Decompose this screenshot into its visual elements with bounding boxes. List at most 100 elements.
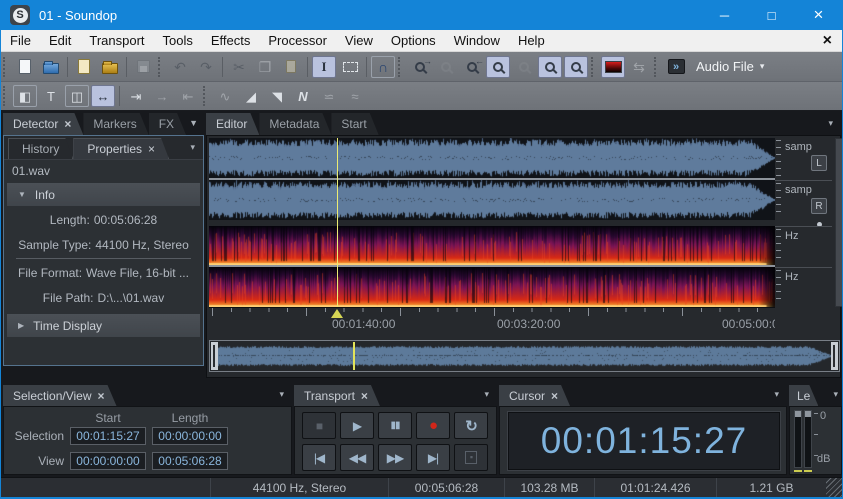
playhead-cursor[interactable]: [337, 138, 338, 307]
loop-button[interactable]: ↻: [454, 412, 488, 439]
resize-grip[interactable]: [826, 478, 842, 497]
waveform-left-channel[interactable]: [209, 138, 775, 178]
fade-in-button[interactable]: ◢: [238, 84, 264, 108]
view-range-right-handle[interactable]: [831, 342, 838, 370]
toolbar-grip[interactable]: [654, 57, 661, 77]
nudge-right-button[interactable]: →: [149, 84, 175, 108]
collapse-expanded-icon[interactable]: ▼: [18, 190, 26, 199]
workspace-button[interactable]: »: [663, 55, 689, 79]
undo-button[interactable]: ↶: [167, 55, 193, 79]
tab-metadata[interactable]: Metadata: [259, 113, 331, 135]
tab-level[interactable]: Le: [789, 385, 818, 406]
pause-button[interactable]: ▮▮: [378, 412, 412, 439]
object-selection-tool-button[interactable]: [337, 55, 363, 79]
tab-cursor[interactable]: Cursor ×: [499, 385, 570, 406]
cursor-dropdown-icon[interactable]: ▾: [774, 389, 779, 400]
menu-window[interactable]: Window: [445, 30, 509, 51]
tab-selection-view[interactable]: Selection/View ×: [3, 385, 117, 406]
menu-help[interactable]: Help: [509, 30, 554, 51]
tab-markers[interactable]: Markers: [83, 113, 148, 135]
zoom-in-horizontal-button[interactable]: →: [407, 55, 433, 79]
inner-tabs-dropdown-icon[interactable]: ▾: [190, 142, 195, 153]
channel-right-button[interactable]: R: [811, 198, 827, 214]
workspace-dropdown-icon[interactable]: ▾: [760, 61, 765, 72]
paste-button[interactable]: [278, 55, 304, 79]
zoom-out-button[interactable]: ←: [459, 55, 485, 79]
open-project-button[interactable]: [97, 55, 123, 79]
toolbar-grip[interactable]: [591, 57, 598, 77]
tab-cursor-close-icon[interactable]: ×: [551, 390, 558, 402]
overview-navigator[interactable]: [209, 340, 840, 372]
fast-forward-button[interactable]: ▶▶: [378, 444, 412, 471]
tab-properties[interactable]: Properties ×: [73, 138, 169, 159]
scrollbar-thumb[interactable]: [836, 139, 842, 306]
toolbar-grip[interactable]: [398, 57, 405, 77]
record-mode-button[interactable]: ▪: [454, 444, 488, 471]
play-button[interactable]: ▶: [340, 412, 374, 439]
insert-button[interactable]: T: [38, 84, 64, 108]
close-document-icon[interactable]: ×: [823, 33, 832, 49]
timeline-ruler[interactable]: 00:01:40:00 00:03:20:00 00:05:00:00: [209, 307, 775, 333]
amplify-button[interactable]: N: [290, 84, 316, 108]
minimize-button[interactable]: ─: [701, 0, 748, 30]
transport-dropdown-icon[interactable]: ▾: [484, 389, 489, 400]
overview-waveform[interactable]: [218, 342, 833, 370]
menu-tools[interactable]: Tools: [154, 30, 202, 51]
maximize-button[interactable]: □: [748, 0, 795, 30]
view-length-field[interactable]: 00:05:06:28: [152, 452, 228, 470]
zoom-full-button[interactable]: [486, 56, 510, 78]
copy-to-new-button[interactable]: ◧: [13, 85, 37, 107]
snap-button[interactable]: ∩: [371, 56, 395, 78]
tab-detector[interactable]: Detector ×: [3, 113, 83, 135]
go-to-end-button[interactable]: ▶|: [416, 444, 450, 471]
open-file-button[interactable]: [38, 55, 64, 79]
wave-edit-button[interactable]: ∿: [212, 84, 238, 108]
menu-file[interactable]: File: [1, 30, 40, 51]
view-range-left-handle[interactable]: [211, 342, 218, 370]
workspace-label[interactable]: Audio File: [696, 59, 754, 74]
redo-button[interactable]: ↷: [193, 55, 219, 79]
time-selection-tool-button[interactable]: I: [312, 56, 336, 78]
spectrogram-right-channel[interactable]: [209, 267, 775, 307]
new-file-button[interactable]: [12, 55, 38, 79]
crop-button[interactable]: ◫: [65, 85, 89, 107]
tab-transport[interactable]: Transport ×: [294, 385, 380, 406]
view-start-field[interactable]: 00:00:00:00: [70, 452, 146, 470]
time-display-section-header[interactable]: ▶ Time Display: [7, 314, 200, 337]
zoom-selection-button[interactable]: [511, 55, 537, 79]
go-to-start-button[interactable]: |◀: [302, 444, 336, 471]
zoom-out-vertical-button[interactable]: [564, 56, 588, 78]
tab-properties-close-icon[interactable]: ×: [148, 142, 155, 156]
copy-button[interactable]: ❐: [252, 55, 278, 79]
save-button[interactable]: [130, 55, 156, 79]
cursor-time-display[interactable]: 00:01:15:27: [508, 412, 780, 470]
zoom-in-vertical-button[interactable]: [538, 56, 562, 78]
menu-edit[interactable]: Edit: [40, 30, 80, 51]
collapse-collapsed-icon[interactable]: ▶: [18, 321, 24, 330]
level-dropdown-icon[interactable]: ▾: [833, 389, 838, 400]
normalize-button[interactable]: ≈: [342, 84, 368, 108]
tab-selection-view-close-icon[interactable]: ×: [98, 390, 105, 402]
rewind-button[interactable]: ◀◀: [340, 444, 374, 471]
zoom-out-horizontal-button[interactable]: [433, 55, 459, 79]
spectrogram-left-channel[interactable]: [209, 226, 775, 265]
stretch-button[interactable]: ↔: [91, 85, 115, 107]
menu-view[interactable]: View: [336, 30, 382, 51]
selection-view-dropdown-icon[interactable]: ▾: [279, 389, 284, 400]
toolbar-grip[interactable]: [3, 86, 10, 106]
spectral-display-button[interactable]: [601, 56, 625, 78]
tab-editor[interactable]: Editor: [206, 113, 259, 135]
tab-start[interactable]: Start: [331, 113, 378, 135]
menu-processor[interactable]: Processor: [259, 30, 336, 51]
tab-transport-close-icon[interactable]: ×: [361, 390, 368, 402]
menu-transport[interactable]: Transport: [80, 30, 153, 51]
tab-detector-close-icon[interactable]: ×: [64, 118, 71, 130]
vertical-scrollbar[interactable]: [835, 138, 843, 307]
toolbar-grip[interactable]: [203, 86, 210, 106]
menu-effects[interactable]: Effects: [202, 30, 260, 51]
toolbar-grip[interactable]: [158, 57, 165, 77]
tab-history[interactable]: History: [8, 138, 73, 159]
new-project-button[interactable]: [71, 55, 97, 79]
close-button[interactable]: ×: [795, 0, 842, 30]
audio-channels[interactable]: [209, 138, 775, 307]
